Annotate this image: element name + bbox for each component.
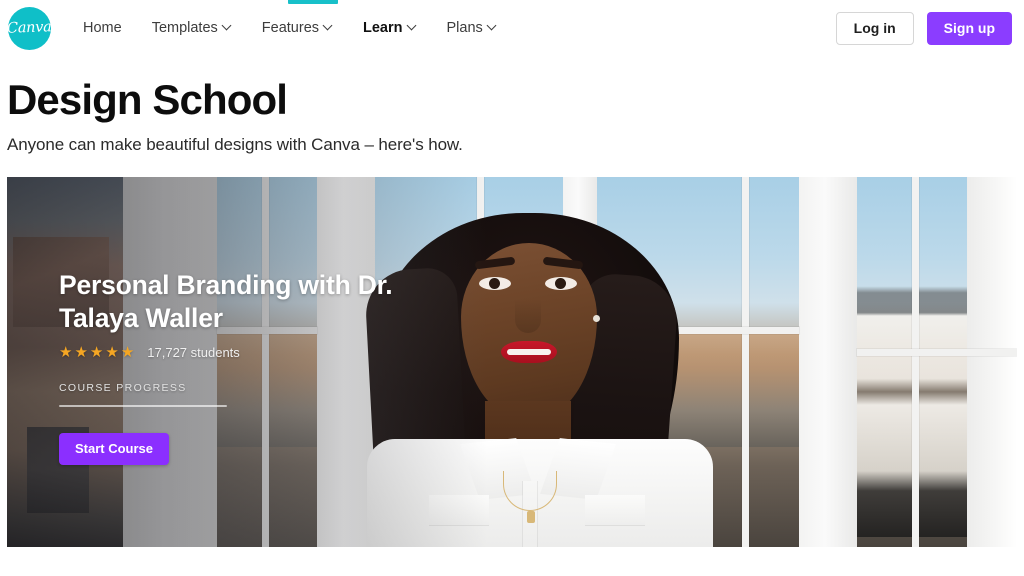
star-rating: ★ ★ ★ ★ ★ xyxy=(59,345,134,360)
chevron-down-icon xyxy=(223,22,232,31)
necklace-pendant xyxy=(527,511,535,524)
eye xyxy=(545,277,577,291)
chevron-down-icon xyxy=(488,22,497,31)
nav-item-plans[interactable]: Plans xyxy=(432,15,512,42)
canva-logo[interactable]: Canva xyxy=(7,6,52,50)
window-mullion xyxy=(912,177,919,548)
nav-item-learn[interactable]: Learn xyxy=(348,15,432,42)
nav-item-home[interactable]: Home xyxy=(68,15,137,42)
page-subtitle: Anyone can make beautiful designs with C… xyxy=(7,135,463,155)
star-icon: ★ xyxy=(105,343,119,361)
chevron-down-icon xyxy=(408,22,417,31)
nav-item-learn-label: Learn xyxy=(363,19,403,36)
chevron-down-icon xyxy=(324,22,333,31)
lips xyxy=(501,341,557,364)
nav-item-features-label: Features xyxy=(261,19,320,36)
featured-course-hero[interactable]: Personal Branding with Dr. Talaya Waller… xyxy=(7,177,1017,548)
nav-item-templates-label: Templates xyxy=(151,19,218,36)
course-progress: COURSE PROGRESS xyxy=(59,382,459,407)
header-actions: Log in Sign up xyxy=(835,11,1024,45)
nav-item-templates[interactable]: Templates xyxy=(137,15,247,42)
star-icon: ★ xyxy=(59,343,73,361)
page-title: Design School xyxy=(7,76,288,123)
nav-item-plans-label: Plans xyxy=(446,19,483,36)
student-count: 17,727 students xyxy=(147,344,240,360)
star-icon: ★ xyxy=(74,343,88,361)
page-loading-bar xyxy=(0,0,1024,4)
signup-button[interactable]: Sign up xyxy=(926,11,1012,45)
nav-item-features[interactable]: Features xyxy=(247,15,348,42)
page-loading-bar-fill xyxy=(288,0,338,4)
start-course-button[interactable]: Start Course xyxy=(59,432,170,465)
nose xyxy=(515,299,541,334)
course-progress-track xyxy=(59,404,227,407)
course-meta: ★ ★ ★ ★ ★ 17,727 students xyxy=(59,345,459,360)
course-progress-label: COURSE PROGRESS xyxy=(59,381,187,394)
canva-wordmark: Canva xyxy=(7,19,52,37)
window-mullion xyxy=(857,349,1017,357)
site-header: Canva Home Templates Features Learn Plan… xyxy=(0,0,1024,56)
login-button[interactable]: Log in xyxy=(835,11,914,45)
nav-item-home-label: Home xyxy=(83,19,122,36)
window-frame-wall xyxy=(967,177,1017,548)
shirt-pocket xyxy=(585,495,645,526)
star-icon: ★ xyxy=(120,343,135,361)
course-title: Personal Branding with Dr. Talaya Waller xyxy=(59,270,393,334)
star-icon: ★ xyxy=(89,343,104,361)
page-intro: Design School Anyone can make beautiful … xyxy=(0,56,1024,155)
hero-content: Personal Branding with Dr. Talaya Waller… xyxy=(59,269,459,465)
window-mullion xyxy=(742,177,749,548)
main-navigation: Home Templates Features Learn Plans xyxy=(68,15,512,42)
window-frame-wall xyxy=(799,177,857,548)
